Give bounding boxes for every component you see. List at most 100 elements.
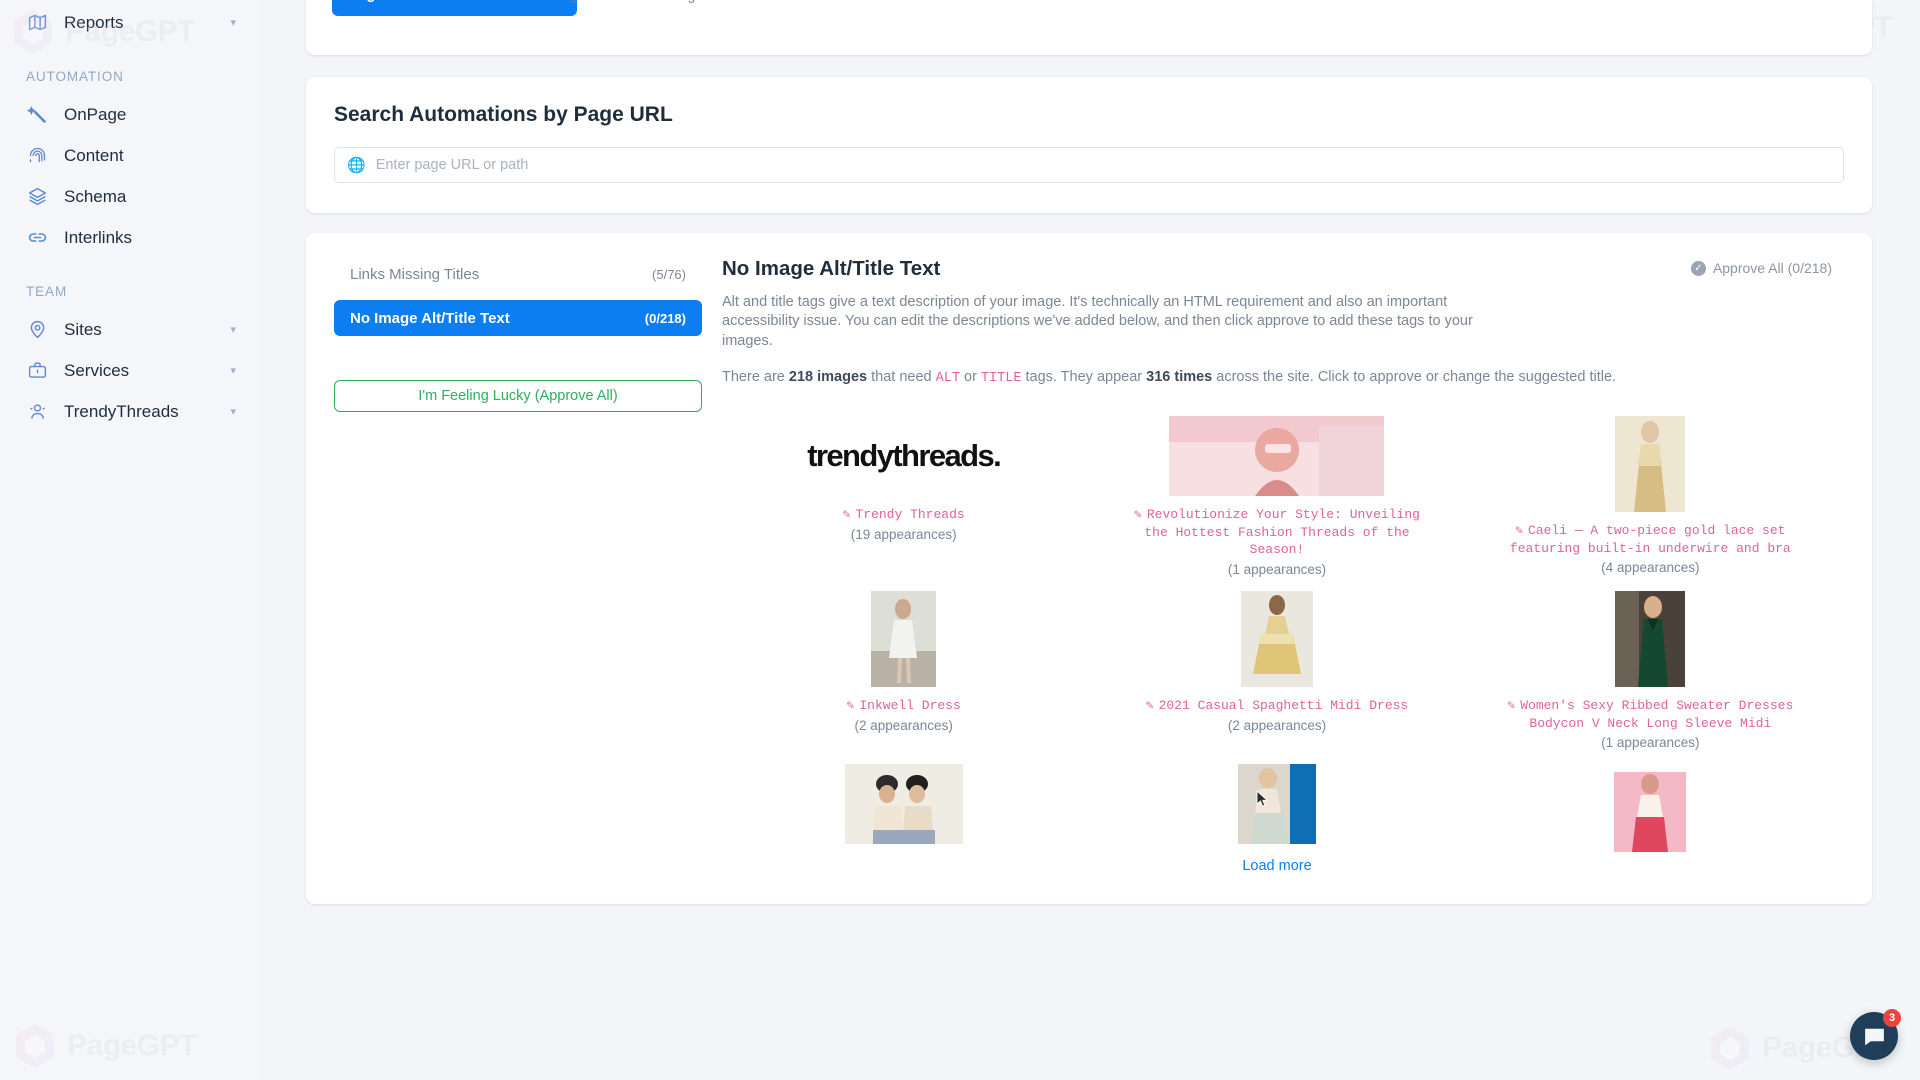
- intercom-launcher[interactable]: 3: [1850, 1009, 1901, 1060]
- search-title: Search Automations by Page URL: [334, 103, 673, 126]
- caption-text: 2021 Casual Spaghetti Midi Dress: [1158, 697, 1409, 713]
- image-thumbnail[interactable]: [1590, 415, 1710, 512]
- map-icon: [26, 12, 48, 34]
- check-circle-icon: ✓: [1690, 260, 1706, 276]
- search-input-wrapper[interactable]: 🌐: [334, 147, 1844, 183]
- detail-description: Alt and title tags give a text descripti…: [722, 294, 1473, 349]
- caption-text: Revolutionize Your Style: Unveiling the …: [1144, 506, 1420, 558]
- edit-pencil-icon[interactable]: ✎: [843, 507, 851, 522]
- image-caption[interactable]: ✎ Trendy Threads: [843, 506, 965, 524]
- sidebar-item-label: Reports: [64, 12, 124, 32]
- chevron-down-icon[interactable]: ▾: [230, 405, 236, 418]
- caption-text: Inkwell Dress: [859, 697, 961, 713]
- summary-mid1: that need: [871, 368, 932, 385]
- recommendations-card: Regenerate Recommendations Last updated …: [306, 0, 1872, 55]
- image-thumbnail[interactable]: [1169, 764, 1384, 845]
- sidebar-section-automation: AUTOMATION: [26, 69, 124, 84]
- location-pin-icon: [26, 319, 48, 341]
- issue-item-links-missing-titles[interactable]: Links Missing Titles (5/76): [334, 257, 702, 291]
- fingerprint-icon: [26, 145, 48, 167]
- sidebar-item-sites[interactable]: Sites ▾: [0, 309, 258, 350]
- sidebar-item-label: OnPage: [64, 104, 127, 124]
- globe-icon: 🌐: [347, 156, 366, 174]
- sidebar-item-content[interactable]: Content: [0, 135, 258, 176]
- edit-pencil-icon[interactable]: ✎: [1507, 698, 1515, 713]
- summary-suffix: across the site. Click to approve or cha…: [1216, 368, 1617, 385]
- magic-wand-icon: [26, 104, 48, 126]
- image-caption[interactable]: ✎ Caeli — A two-piece gold lace set featu…: [1500, 522, 1800, 557]
- sidebar-item-label: TrendyThreads: [64, 401, 179, 421]
- layers-icon: [26, 186, 48, 208]
- summary-image-count: 218 images: [788, 368, 868, 385]
- issue-item-no-image-alt-title-text[interactable]: No Image Alt/Title Text (0/218): [334, 300, 702, 336]
- sidebar-item-label: Services: [64, 360, 130, 380]
- watermark-logo-bottom: PageGPT: [12, 1022, 197, 1070]
- user-group-icon: [26, 401, 48, 423]
- sidebar-item-label: Schema: [64, 186, 127, 206]
- edit-pencil-icon[interactable]: ✎: [1134, 507, 1142, 522]
- sidebar-item-schema[interactable]: Schema: [0, 176, 258, 217]
- image-card: ✎ Revolutionize Your Style: Unveiling the…: [1095, 406, 1458, 577]
- image-caption[interactable]: ✎ 2021 Casual Spaghetti Midi Dress: [1146, 697, 1408, 715]
- issue-label: No Image Alt/Title Text: [350, 309, 510, 327]
- image-card: [722, 754, 1085, 874]
- feeling-lucky-approve-all-button[interactable]: I'm Feeling Lucky (Approve All): [334, 380, 702, 412]
- edit-pencil-icon[interactable]: ✎: [847, 698, 855, 713]
- sidebar-item-interlinks[interactable]: Interlinks: [0, 217, 258, 258]
- image-card: trendythreads. ✎ Trendy Threads (19 appea…: [722, 406, 1085, 577]
- summary-or: or: [964, 368, 977, 385]
- image-thumbnail[interactable]: [1217, 590, 1337, 687]
- sidebar-item-label: Interlinks: [64, 227, 133, 247]
- link-icon: [26, 227, 48, 249]
- image-card: Load more: [1095, 754, 1458, 874]
- sidebar-item-trendythreads[interactable]: TrendyThreads ▾: [0, 391, 258, 432]
- trendythreads-logo: trendythreads.: [807, 437, 1002, 473]
- edit-pencil-icon[interactable]: ✎: [1515, 523, 1523, 538]
- image-caption[interactable]: ✎ Inkwell Dress: [847, 697, 961, 715]
- main-content: PageGPT PageGPT Regenerate Recommendatio…: [258, 0, 1920, 1080]
- sidebar-section-team: TEAM: [26, 284, 68, 299]
- detail-header: No Image Alt/Title Text ✓ Approve All (0…: [722, 257, 1832, 281]
- watermark-text: PageGPT: [67, 1029, 197, 1062]
- chevron-down-icon[interactable]: ▾: [230, 323, 236, 336]
- image-thumbnail[interactable]: trendythreads.: [796, 416, 1011, 496]
- sidebar-item-services[interactable]: Services ▾: [0, 350, 258, 391]
- approve-all-button[interactable]: ✓ Approve All (0/218): [1690, 257, 1832, 276]
- image-thumbnail[interactable]: [1590, 764, 1710, 860]
- image-appearances: (19 appearances): [850, 526, 957, 542]
- image-caption[interactable]: ✎ Women's Sexy Ribbed Sweater Dresses Bod…: [1500, 697, 1800, 732]
- edit-pencil-icon[interactable]: ✎: [1146, 698, 1154, 713]
- load-more-button[interactable]: Load more: [1242, 858, 1311, 874]
- issue-count: (5/76): [652, 266, 686, 282]
- approve-all-label: Approve All (0/218): [1712, 260, 1832, 276]
- image-thumbnail[interactable]: [796, 764, 1011, 845]
- sidebar-item-onpage[interactable]: OnPage: [0, 94, 258, 135]
- caption-text: Women's Sexy Ribbed Sweater Dresses Body…: [1520, 697, 1794, 731]
- image-thumbnail[interactable]: [1169, 415, 1385, 496]
- image-thumbnail[interactable]: [1590, 590, 1710, 687]
- caption-text: Caeli — A two-piece gold lace set featur…: [1509, 522, 1791, 556]
- image-appearances: (2 appearances): [1227, 717, 1327, 733]
- image-appearances: (1 appearances): [1227, 561, 1327, 577]
- title-tag-label: TITLE: [980, 370, 1022, 386]
- last-updated-text: Last updated 2 minutes ago: [536, 0, 703, 3]
- automations-panel-card: Links Missing Titles (5/76) No Image Alt…: [306, 233, 1872, 905]
- sidebar-item-reports[interactable]: Reports ▾: [0, 2, 258, 43]
- search-input[interactable]: [375, 157, 1831, 173]
- image-card: ✎ 2021 Casual Spaghetti Midi Dress (2 app…: [1095, 581, 1458, 750]
- sidebar-item-label: Sites: [64, 319, 102, 339]
- issue-label: Links Missing Titles: [350, 265, 480, 283]
- image-grid: trendythreads. ✎ Trendy Threads (19 appea…: [722, 406, 1832, 874]
- issue-count: (0/218): [644, 310, 686, 326]
- app-root: PageGPT Reports ▾ AUTOMATION OnPage Cont…: [0, 0, 1920, 1080]
- chevron-down-icon[interactable]: ▾: [230, 16, 236, 29]
- image-thumbnail[interactable]: [844, 590, 964, 687]
- briefcase-icon: [26, 360, 48, 382]
- image-caption[interactable]: ✎ Revolutionize Your Style: Unveiling the…: [1127, 506, 1427, 559]
- summary-mid2: tags. They appear: [1025, 368, 1143, 385]
- detail-title: No Image Alt/Title Text: [722, 257, 941, 280]
- search-automations-card: Search Automations by Page URL 🌐: [306, 77, 1872, 213]
- sidebar: PageGPT Reports ▾ AUTOMATION OnPage Cont…: [0, 0, 258, 1080]
- caption-text: Trendy Threads: [855, 506, 965, 522]
- chevron-down-icon[interactable]: ▾: [230, 364, 236, 377]
